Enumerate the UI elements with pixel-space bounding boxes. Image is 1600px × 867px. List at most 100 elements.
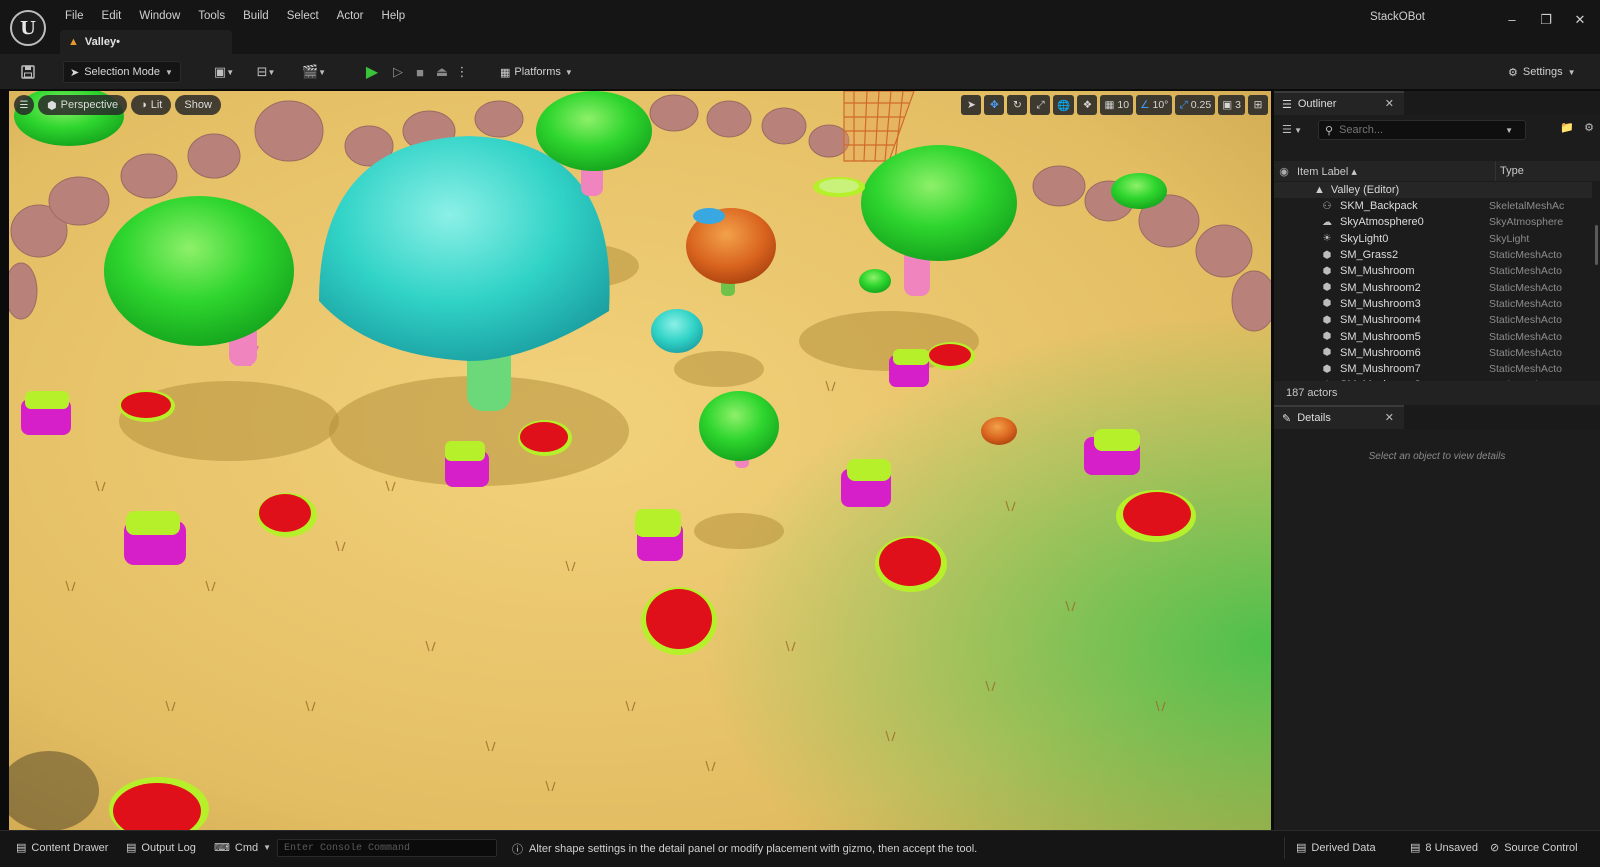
outliner-panel: ☰ ▼ ⚲ ▼ 📁 ⚙ ◉ Item Label ▴ Type ▲ Valley…: [1274, 115, 1600, 405]
outliner-scrollbar[interactable]: [1595, 225, 1598, 265]
derived-data-button[interactable]: ▤ Derived Data: [1296, 841, 1376, 855]
save-icon[interactable]: [18, 62, 38, 82]
output-log-button[interactable]: ▤ Output Log: [126, 841, 196, 855]
outliner-row[interactable]: ⬢ SM_Mushroom7 StaticMeshActo: [1274, 361, 1592, 377]
level-tab[interactable]: ▲ Valley•: [60, 30, 232, 54]
add-folder-icon[interactable]: 📁: [1560, 121, 1574, 134]
outliner-row[interactable]: ⬢ SM_Mushroom2 StaticMeshActo: [1274, 279, 1592, 295]
static-mesh-icon: ⬢: [1322, 363, 1332, 375]
minimize-icon[interactable]: –: [1500, 10, 1524, 30]
menu-select[interactable]: Select: [278, 8, 328, 24]
outliner-row[interactable]: ⬢ SM_Mushroom StaticMeshActo: [1274, 263, 1592, 279]
more-options-icon[interactable]: ⋮: [456, 62, 469, 82]
tree-root-row[interactable]: ▲ Valley (Editor): [1274, 182, 1592, 198]
item-label-column[interactable]: Item Label ▴: [1294, 165, 1495, 178]
details-empty-message: Select an object to view details: [1368, 451, 1506, 462]
cmd-dropdown[interactable]: ⌨ Cmd ▼: [214, 841, 271, 855]
scale-snap-value: 0.25: [1190, 99, 1212, 111]
show-button[interactable]: Show: [175, 95, 221, 115]
type-column[interactable]: Type: [1495, 161, 1524, 181]
outliner-row[interactable]: ⚇ SKM_Backpack SkeletalMeshAc: [1274, 198, 1592, 214]
viewport-menu-icon[interactable]: ☰: [14, 95, 34, 115]
outliner-row[interactable]: ⬢ SM_Grass2 StaticMeshActo: [1274, 247, 1592, 263]
step-icon[interactable]: ▷: [388, 62, 408, 82]
pencil-icon: ✎: [1282, 412, 1292, 425]
output-log-label: Output Log: [141, 841, 196, 854]
unreal-logo-icon[interactable]: U: [10, 10, 46, 46]
play-icon[interactable]: ▶: [362, 62, 382, 82]
cinematics-icon[interactable]: 🎬 ▼: [298, 62, 330, 82]
close-icon[interactable]: ✕: [1385, 97, 1394, 110]
unsaved-button[interactable]: ▤ 8 Unsaved: [1410, 841, 1478, 855]
outliner-search-input[interactable]: [1339, 124, 1500, 136]
info-icon: ⓘ: [512, 844, 523, 856]
outliner-row-label: SKM_Backpack: [1340, 200, 1418, 213]
layout-icon[interactable]: ⊞: [1248, 95, 1268, 115]
outliner-icon: ☰: [1282, 98, 1292, 111]
outliner-search-box[interactable]: ⚲ ▼: [1318, 120, 1526, 140]
stop-icon[interactable]: ■: [410, 62, 430, 82]
outliner-tab[interactable]: ☰ Outliner ✕: [1274, 91, 1404, 115]
menu-file[interactable]: File: [56, 8, 93, 24]
editor-window: U File Edit Window Tools Build Select Ac…: [0, 0, 1600, 867]
outliner-row-label: SM_Mushroom4: [1340, 314, 1421, 327]
lit-icon: ◑: [140, 99, 147, 111]
static-mesh-icon: ⬢: [1322, 298, 1332, 310]
chevron-down-icon[interactable]: ▼: [1505, 126, 1513, 135]
perspective-button[interactable]: ⬢ Perspective: [38, 95, 128, 115]
unsaved-icon: ▤: [1410, 842, 1421, 854]
outliner-row[interactable]: ☁ SkyAtmosphere0 SkyAtmosphere: [1274, 214, 1592, 230]
grid-snap-value: 10: [1117, 99, 1130, 111]
status-separator: [1284, 837, 1285, 859]
grid-snap-button[interactable]: ▦ 10: [1100, 95, 1134, 115]
menu-tools[interactable]: Tools: [189, 8, 234, 24]
menu-help[interactable]: Help: [373, 8, 415, 24]
outliner-row[interactable]: ☀ SkyLight0 SkyLight: [1274, 231, 1592, 247]
content-drawer-button[interactable]: ▤ Content Drawer: [16, 841, 108, 855]
scale-snap-button[interactable]: ⤢ 0.25: [1175, 95, 1216, 115]
selection-mode-dropdown[interactable]: ➤ Selection Mode ▼: [63, 61, 181, 83]
gear-icon[interactable]: ⚙: [1584, 121, 1594, 134]
settings-button[interactable]: ⚙ Settings ▼: [1508, 62, 1576, 82]
menu-edit[interactable]: Edit: [93, 8, 131, 24]
viewport-right-toolbar: ➤ ✥ ↻ ⤢ 🌐 ❖ ▦ 10 ∠ 10° ⤢ 0.25 ▣ 3 ⊞: [961, 95, 1268, 115]
world-local-icon[interactable]: 🌐: [1053, 95, 1075, 115]
source-control-button[interactable]: ⊘ Source Control: [1490, 841, 1578, 855]
translate-tool-icon[interactable]: ✥: [984, 95, 1005, 115]
add-actor-icon[interactable]: ▣ ▼: [208, 62, 240, 82]
console-command-input[interactable]: [277, 839, 497, 857]
menu-build[interactable]: Build: [234, 8, 278, 24]
restore-icon[interactable]: ❐: [1534, 10, 1558, 30]
source-control-icon: ⊘: [1490, 842, 1500, 854]
platforms-button[interactable]: ▦ Platforms ▼: [500, 62, 573, 82]
filter-icon[interactable]: ☰ ▼: [1282, 123, 1302, 136]
rotation-snap-button[interactable]: ∠ 10°: [1136, 95, 1173, 115]
outliner-row-label: SM_Mushroom2: [1340, 281, 1421, 294]
lit-button[interactable]: ◑ Lit: [131, 95, 172, 115]
menu-window[interactable]: Window: [130, 8, 189, 24]
menu-actor[interactable]: Actor: [328, 8, 373, 24]
level-viewport[interactable]: ☰ ⬢ Perspective ◑ Lit Show ➤ ✥ ↻ ⤢ 🌐 ❖ ▦…: [9, 91, 1271, 830]
outliner-row[interactable]: ⬢ SM_Mushroom5 StaticMeshActo: [1274, 328, 1592, 344]
surface-snap-icon[interactable]: ❖: [1077, 95, 1098, 115]
outliner-row-label: SM_Mushroom3: [1340, 297, 1421, 310]
details-tab[interactable]: ✎ Details ✕: [1274, 405, 1404, 429]
eject-icon[interactable]: ⏏: [432, 62, 452, 82]
outliner-row[interactable]: ⬢ SM_Mushroom3 StaticMeshActo: [1274, 296, 1592, 312]
rotate-tool-icon[interactable]: ↻: [1007, 95, 1028, 115]
camera-speed-button[interactable]: ▣ 3: [1218, 95, 1245, 115]
blueprint-icon[interactable]: ⊟ ▼: [250, 62, 282, 82]
cmd-label: Cmd: [234, 841, 259, 854]
close-icon[interactable]: ✕: [1385, 411, 1394, 424]
outliner-row[interactable]: ⬢ SM_Mushroom4 StaticMeshActo: [1274, 312, 1592, 328]
outliner-row-type: SkyAtmosphere: [1489, 216, 1564, 229]
cursor-icon: ➤: [70, 66, 80, 79]
level-icon: ▲: [1314, 184, 1325, 196]
select-tool-icon[interactable]: ➤: [961, 95, 982, 115]
status-message: ⓘ Alter shape settings in the detail pan…: [512, 841, 977, 857]
eye-icon[interactable]: ◉: [1274, 165, 1294, 178]
scale-tool-icon[interactable]: ⤢: [1030, 95, 1051, 115]
outliner-row-label: SkyAtmosphere0: [1340, 216, 1424, 229]
outliner-row[interactable]: ⬢ SM_Mushroom6 StaticMeshActo: [1274, 345, 1592, 361]
close-window-icon[interactable]: ✕: [1568, 10, 1592, 30]
